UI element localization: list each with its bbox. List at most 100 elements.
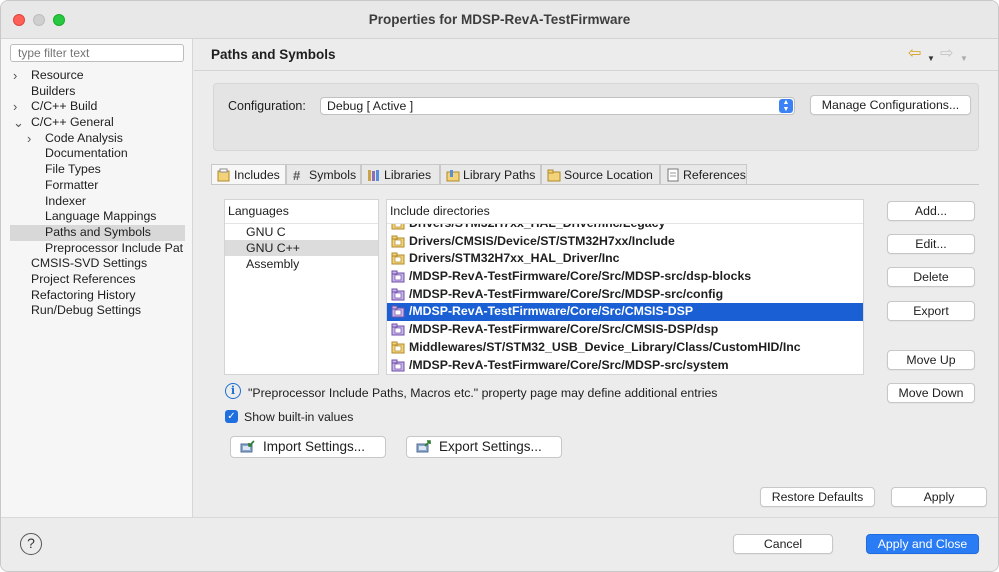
- language-item[interactable]: GNU C: [225, 224, 378, 240]
- tree-item-label: Formatter: [45, 177, 99, 192]
- tree-item[interactable]: › C/C++ Build: [10, 99, 185, 115]
- tree-item[interactable]: › Resource: [10, 68, 185, 84]
- workspace-folder-icon: [391, 270, 405, 283]
- tree-item-label: File Types: [45, 162, 101, 177]
- include-directory-row[interactable]: Middlewares/ST/STM32_USB_Device_Library/…: [387, 339, 863, 357]
- cancel-button[interactable]: Cancel: [733, 534, 833, 554]
- select-arrows-icon: ▲ ▼: [779, 99, 793, 113]
- show-builtin-label: Show built-in values: [244, 410, 354, 424]
- title-bar: Properties for MDSP-RevA-TestFirmware: [1, 1, 998, 39]
- include-directory-row[interactable]: /MDSP-RevA-TestFirmware/Core/Src/CMSIS-D…: [387, 321, 863, 339]
- references-icon: [667, 168, 679, 182]
- language-item[interactable]: GNU C++: [225, 240, 378, 256]
- include-directory-row[interactable]: /MDSP-RevA-TestFirmware/Core/Src/MDSP-sr…: [387, 286, 863, 304]
- tree-item-label: C/C++ General: [31, 115, 114, 130]
- configuration-value: Debug [ Active ]: [327, 99, 414, 113]
- tree-item[interactable]: ⌄ C/C++ General: [10, 115, 185, 131]
- tab-includes[interactable]: Includes: [211, 164, 286, 186]
- configuration-group: Configuration: Debug [ Active ] ▲ ▼ Manag…: [213, 83, 979, 151]
- tree-item[interactable]: Builders: [10, 84, 185, 100]
- include-directory-row[interactable]: /MDSP-RevA-TestFirmware/Core/Src/CMSIS-D…: [387, 303, 863, 322]
- tree-item[interactable]: Project References: [10, 272, 185, 288]
- export-settings-label: Export Settings...: [439, 439, 542, 454]
- chevron-right-icon[interactable]: ›: [27, 131, 37, 147]
- library-paths-icon: [446, 170, 460, 182]
- move-down-button[interactable]: Move Down: [887, 383, 975, 403]
- manage-configurations-button[interactable]: Manage Configurations...: [810, 95, 971, 115]
- export-button[interactable]: Export: [887, 301, 975, 321]
- include-path: /MDSP-RevA-TestFirmware/Core/Src/MDSP-sr…: [409, 286, 724, 301]
- workspace-folder-icon: [391, 288, 405, 301]
- include-folder-icon: [391, 341, 405, 354]
- language-item[interactable]: Assembly: [225, 256, 378, 272]
- include-directory-row[interactable]: Drivers/STM32H7xx_HAL_Driver/Inc: [387, 250, 863, 268]
- include-path: /MDSP-RevA-TestFirmware/Core/Src/MDSP-sr…: [409, 269, 752, 284]
- help-icon[interactable]: ?: [20, 533, 42, 555]
- tree-item-label: Paths and Symbols: [45, 224, 151, 239]
- forward-history-dropdown-icon[interactable]: ▼: [960, 50, 968, 68]
- languages-list[interactable]: Languages GNU C GNU C++ Assembly: [224, 199, 379, 375]
- include-directory-row[interactable]: /MDSP-RevA-TestFirmware/Core/Src/MDSP-sr…: [387, 268, 863, 286]
- tree-item[interactable]: Formatter: [10, 178, 185, 194]
- info-message: "Preprocessor Include Paths, Macros etc.…: [248, 386, 718, 400]
- tab-label: Libraries: [384, 168, 432, 182]
- restore-defaults-button[interactable]: Restore Defaults: [760, 487, 875, 507]
- tab-libraries[interactable]: Libraries: [361, 164, 440, 185]
- tree-item[interactable]: CMSIS-SVD Settings: [10, 256, 185, 272]
- tab-label: Symbols: [309, 168, 357, 182]
- include-directory-row[interactable]: /MDSP-RevA-TestFirmware/Core/Src/MDSP-sr…: [387, 357, 863, 375]
- tab-source-location[interactable]: Source Location: [541, 164, 660, 185]
- include-path: /MDSP-RevA-TestFirmware/Core/Src/MDSP-sr…: [409, 357, 729, 372]
- forward-arrow-icon[interactable]: ⇨: [940, 45, 953, 63]
- page-title: Paths and Symbols: [211, 47, 336, 62]
- chevron-down-icon[interactable]: ⌄: [13, 115, 24, 131]
- tree-item[interactable]: Preprocessor Include Pat: [10, 241, 185, 257]
- hash-icon: #: [293, 168, 301, 183]
- tree-item[interactable]: › Code Analysis: [10, 131, 185, 147]
- tree-item[interactable]: Documentation: [10, 146, 185, 162]
- property-page: Paths and Symbols ⇦ ▼ ⇨ ▼ Configuration:…: [194, 39, 998, 517]
- delete-button[interactable]: Delete: [887, 267, 975, 287]
- tab-label: References: [683, 168, 746, 182]
- import-settings-button[interactable]: Import Settings...: [230, 436, 386, 458]
- apply-and-close-button[interactable]: Apply and Close: [866, 534, 979, 554]
- tree-item[interactable]: Refactoring History: [10, 288, 185, 304]
- export-settings-button[interactable]: Export Settings...: [406, 436, 562, 458]
- tree-item[interactable]: Paths and Symbols: [10, 224, 185, 241]
- tree-item-label: Run/Debug Settings: [31, 303, 142, 318]
- tree-item[interactable]: Indexer: [10, 194, 185, 210]
- apply-button[interactable]: Apply: [891, 487, 987, 507]
- tree-item[interactable]: Run/Debug Settings: [10, 303, 185, 319]
- source-location-icon: [547, 169, 561, 182]
- tree-item[interactable]: Language Mappings: [10, 209, 185, 225]
- tab-library-paths[interactable]: Library Paths: [440, 164, 541, 185]
- tree-item-label: Indexer: [45, 193, 87, 208]
- property-tree-pane: › Resource Builders › C/C++ Build ⌄ C/C++ Gene…: [1, 39, 193, 517]
- workspace-folder-icon: [391, 359, 405, 371]
- tree-item-label: Resource: [31, 68, 84, 82]
- tab-symbols[interactable]: # Symbols: [286, 164, 361, 185]
- include-folder-icon: [391, 252, 405, 265]
- move-up-button[interactable]: Move Up: [887, 350, 975, 370]
- edit-button[interactable]: Edit...: [887, 234, 975, 254]
- chevron-right-icon[interactable]: ›: [13, 68, 23, 84]
- include-directories-list[interactable]: Include directories Drivers/STM32H7xx_HA…: [386, 199, 864, 375]
- include-path: Middlewares/ST/STM32_USB_Device_Library/…: [409, 339, 801, 354]
- info-icon: i: [225, 383, 241, 399]
- back-arrow-icon[interactable]: ⇦: [908, 45, 921, 63]
- languages-header: Languages: [225, 200, 378, 224]
- tree-item[interactable]: File Types: [10, 162, 185, 178]
- configuration-select[interactable]: Debug [ Active ] ▲ ▼: [320, 97, 795, 115]
- tree-item-label: Code Analysis: [45, 130, 123, 145]
- include-directory-row[interactable]: Drivers/CMSIS/Device/ST/STM32H7xx/Includ…: [387, 233, 863, 251]
- chevron-right-icon[interactable]: ›: [13, 99, 23, 115]
- tab-label: Source Location: [564, 168, 653, 182]
- show-builtin-checkbox[interactable]: ✓: [225, 410, 238, 423]
- tab-references[interactable]: References: [660, 164, 747, 185]
- tree-item-label: Project References: [31, 271, 136, 286]
- filter-input[interactable]: [10, 44, 184, 62]
- tree-item-label: Documentation: [45, 146, 128, 161]
- back-history-dropdown-icon[interactable]: ▼: [927, 50, 935, 68]
- tree-item-label: CMSIS-SVD Settings: [31, 256, 148, 271]
- add-button[interactable]: Add...: [887, 201, 975, 221]
